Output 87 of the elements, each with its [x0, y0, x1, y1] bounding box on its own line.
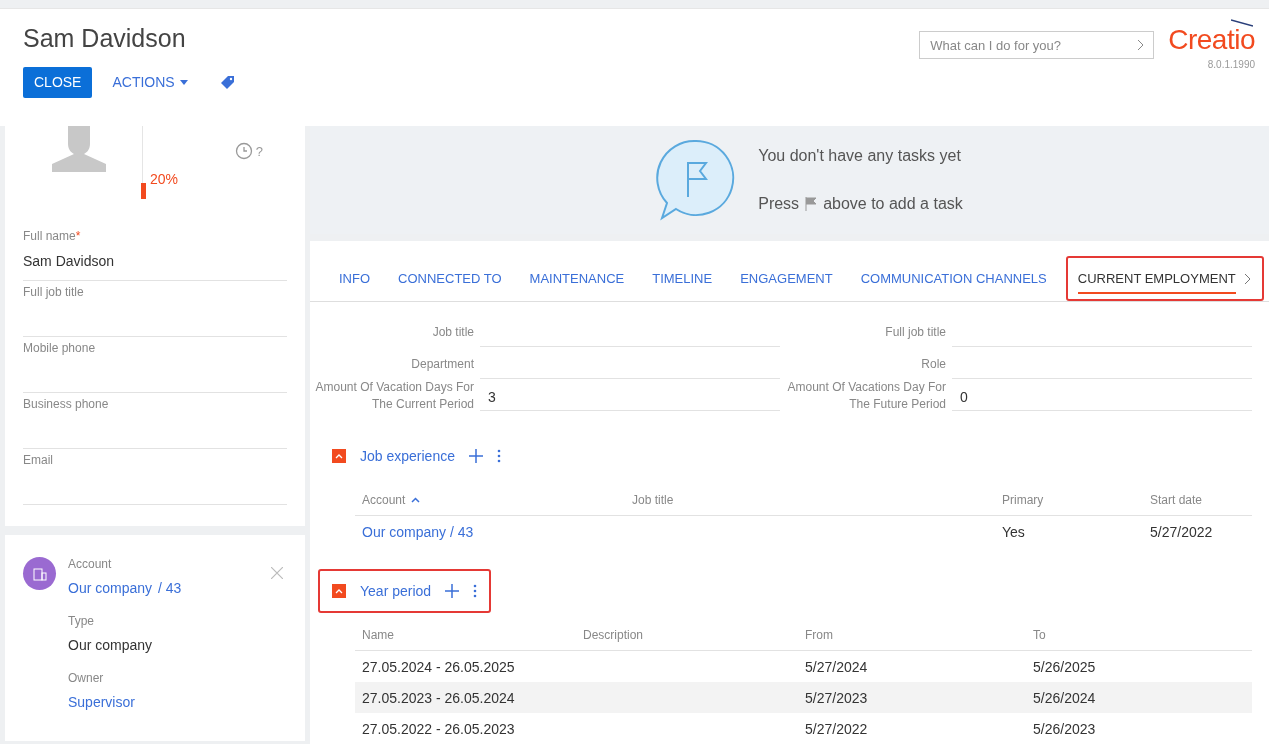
field-label: Full name [23, 229, 76, 243]
add-icon[interactable] [468, 449, 483, 463]
input-field[interactable]: 3 [480, 385, 780, 411]
column-header[interactable]: Start date [1150, 491, 1203, 509]
tab[interactable]: ENGAGEMENT [740, 262, 833, 295]
field-label: Full job title [23, 285, 84, 299]
profile-field[interactable]: Full name* Sam Davidson [23, 225, 287, 281]
profile-field[interactable]: Full job title [23, 281, 287, 337]
close-button[interactable]: CLOSE [23, 67, 93, 98]
type-label: Type [68, 613, 95, 630]
chevron-up-icon [335, 453, 343, 459]
section-title[interactable]: Job experience [360, 445, 455, 467]
table-cell: 5/26/2023 [1033, 720, 1096, 737]
account-number: / 43 [158, 579, 182, 598]
no-tasks-message: You don't have any tasks yet [758, 146, 962, 166]
swoosh-icon [1231, 19, 1253, 27]
tab[interactable]: MAINTENANCE [529, 262, 625, 295]
tab[interactable]: INFO [339, 262, 371, 295]
globe-clock-icon[interactable] [234, 142, 253, 160]
column-header[interactable]: To [1033, 626, 1046, 644]
caret-icon [179, 80, 188, 85]
field-label: Mobile phone [23, 341, 96, 355]
close-icon[interactable] [271, 567, 283, 579]
table-cell: 5/27/2023 [805, 689, 868, 706]
hint-text: Press [758, 194, 800, 214]
column-header[interactable]: Primary [1002, 491, 1044, 509]
building-icon [32, 566, 47, 581]
table-cell: 27.05.2022 - 26.05.2023 [362, 720, 515, 737]
table-cell: 5/26/2025 [1033, 658, 1096, 675]
field-label: Full job title [884, 323, 947, 341]
field-label: Email [23, 453, 53, 467]
table-cell: 5/27/2022 [805, 720, 868, 737]
profile-field[interactable]: Business phone [23, 393, 287, 449]
column-header[interactable]: Name [362, 626, 394, 644]
collapse-toggle[interactable] [332, 584, 346, 598]
timezone-unknown-label: ? [255, 143, 263, 161]
actions-button[interactable]: ACTIONS [112, 72, 188, 93]
section-title[interactable]: Year period [360, 580, 432, 602]
tab[interactable]: COMMUNICATION CHANNELS [860, 262, 1047, 295]
logo: Creatio [1168, 24, 1255, 55]
page-title: Sam Davidson [23, 23, 187, 54]
owner-label: Owner [68, 670, 105, 687]
owner-link[interactable]: Supervisor [68, 692, 271, 713]
table-cell: 27.05.2023 - 26.05.2024 [362, 689, 515, 706]
table-cell: 27.05.2024 - 26.05.2025 [362, 658, 515, 675]
table-row[interactable]: 27.05.2023 - 26.05.2024 5/27/2023 5/26/2024 [355, 682, 1252, 713]
completeness-label: 20% [150, 170, 179, 189]
more-options-icon[interactable] [473, 584, 478, 598]
profile-field[interactable]: Mobile phone [23, 337, 287, 393]
flag-icon [805, 197, 818, 211]
column-header[interactable]: Job title [632, 491, 674, 509]
field-label: Job title [431, 323, 475, 341]
field-value: Sam Davidson [23, 252, 116, 271]
chevron-right-icon[interactable] [1243, 272, 1252, 285]
table-cell: 5/27/2022 [1150, 523, 1213, 540]
collapse-toggle[interactable] [332, 449, 346, 463]
field-label: Amount Of Vacations Day For The Future Period [786, 379, 947, 413]
chevron-right-icon[interactable] [1137, 39, 1145, 51]
tab[interactable]: CURRENT EMPLOYMENT [1077, 262, 1236, 295]
search-field[interactable]: What can I do for you? [919, 31, 1155, 59]
tag-icon[interactable] [219, 75, 235, 90]
hint-text: above to add a task [823, 194, 963, 214]
account-link[interactable]: Our company [68, 578, 153, 599]
table-cell: 5/26/2024 [1033, 689, 1096, 706]
required-mark: * [75, 229, 81, 243]
chevron-up-icon [335, 588, 343, 594]
account-label: Account [68, 556, 113, 573]
field-label: Business phone [23, 397, 109, 411]
field-label: Amount Of Vacation Days For The Current Period [314, 379, 475, 413]
version-label: 8.0.1.1990 [1207, 58, 1255, 72]
type-value: Our company [68, 636, 154, 655]
more-options-icon[interactable] [496, 449, 501, 463]
column-header[interactable]: Account [362, 491, 406, 509]
avatar-silhouette-icon [50, 126, 108, 172]
tab[interactable]: TIMELINE [652, 262, 713, 295]
field-label: Role [920, 355, 947, 373]
table-cell: 5/27/2024 [805, 658, 868, 675]
profile-field[interactable]: Email [23, 449, 287, 505]
input-field[interactable]: 0 [952, 385, 1252, 411]
add-icon[interactable] [445, 584, 460, 598]
column-header[interactable]: Description [583, 626, 644, 644]
field-label: Department [410, 355, 475, 373]
tab[interactable]: CONNECTED TO [398, 262, 502, 295]
table-cell: Yes [1002, 523, 1025, 540]
flag-bubble-icon [656, 139, 737, 221]
column-header[interactable]: From [805, 626, 833, 644]
table-cell[interactable]: Our company / 43 [362, 523, 474, 540]
